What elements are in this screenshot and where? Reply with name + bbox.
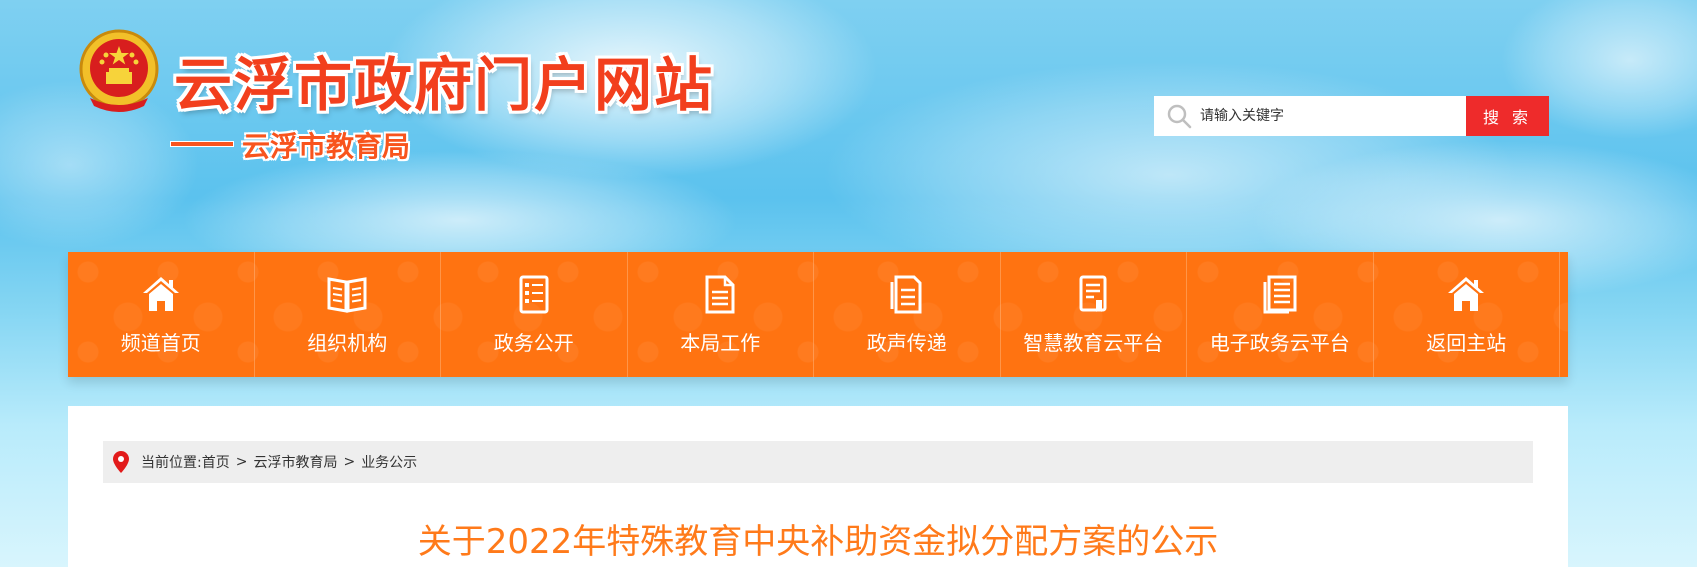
nav-label: 组织机构 bbox=[307, 331, 388, 355]
nav-item-government-affairs[interactable]: 政务公开 bbox=[441, 252, 628, 377]
file-icon bbox=[699, 273, 741, 315]
nav-label: 智慧教育云平台 bbox=[1023, 331, 1164, 355]
breadcrumb-separator: > bbox=[235, 454, 248, 470]
nav-label: 政声传递 bbox=[866, 331, 947, 355]
breadcrumb-prefix: 当前位置: bbox=[141, 455, 202, 471]
sub-title-dash bbox=[171, 142, 233, 146]
breadcrumb: 当前位置: 首页 > 云浮市教育局 > 业务公示 bbox=[103, 441, 1533, 483]
nav-item-bureau-work[interactable]: 本局工作 bbox=[628, 252, 814, 377]
nav-label: 频道首页 bbox=[120, 331, 201, 355]
nav-item-smart-education-cloud[interactable]: 智慧教育云平台 bbox=[1001, 252, 1187, 377]
nav-item-return-main-site[interactable]: 返回主站 bbox=[1374, 252, 1560, 377]
content-panel: 当前位置: 首页 > 云浮市教育局 > 业务公示 关于2022年特殊教育中央补助… bbox=[68, 406, 1568, 567]
site-title: 云浮市政府门户网站 bbox=[174, 51, 715, 119]
book-icon bbox=[326, 273, 368, 315]
nav-item-channel-home[interactable]: 频道首页 bbox=[68, 252, 255, 377]
national-emblem-icon bbox=[78, 28, 160, 114]
nav-item-policy-voice[interactable]: 政声传递 bbox=[814, 252, 1001, 377]
nav-item-e-government-cloud[interactable]: 电子政务云平台 bbox=[1187, 252, 1374, 377]
nav-label: 电子政务云平台 bbox=[1209, 331, 1350, 355]
search-icon bbox=[1164, 101, 1194, 131]
search-box bbox=[1154, 96, 1466, 136]
home-icon bbox=[1445, 273, 1487, 315]
home-icon bbox=[140, 273, 182, 315]
document-icon bbox=[513, 273, 555, 315]
article-title: 关于2022年特殊教育中央补助资金拟分配方案的公示 bbox=[417, 522, 1219, 562]
search-input[interactable] bbox=[1200, 101, 1450, 131]
notes-icon bbox=[886, 273, 928, 315]
breadcrumb-home[interactable]: 首页 bbox=[202, 452, 230, 472]
main-nav: 频道首页 组织机构 政务公开 本局工作 政声传递 智慧教育云平台 电子政务云平台… bbox=[68, 252, 1568, 377]
nav-item-organization[interactable]: 组织机构 bbox=[255, 252, 441, 377]
sub-title: 云浮市教育局 bbox=[242, 130, 411, 163]
breadcrumb-separator: > bbox=[343, 454, 356, 470]
list-document-icon bbox=[1259, 273, 1301, 315]
search-button[interactable]: 搜 索 bbox=[1466, 96, 1549, 136]
clipboard-icon bbox=[1072, 273, 1114, 315]
nav-label: 政务公开 bbox=[493, 331, 574, 355]
nav-label: 本局工作 bbox=[680, 331, 761, 355]
nav-label: 返回主站 bbox=[1426, 331, 1507, 355]
breadcrumb-bureau[interactable]: 云浮市教育局 bbox=[253, 452, 337, 472]
breadcrumb-business-notice[interactable]: 业务公示 bbox=[361, 452, 417, 472]
location-pin-icon bbox=[113, 450, 131, 474]
